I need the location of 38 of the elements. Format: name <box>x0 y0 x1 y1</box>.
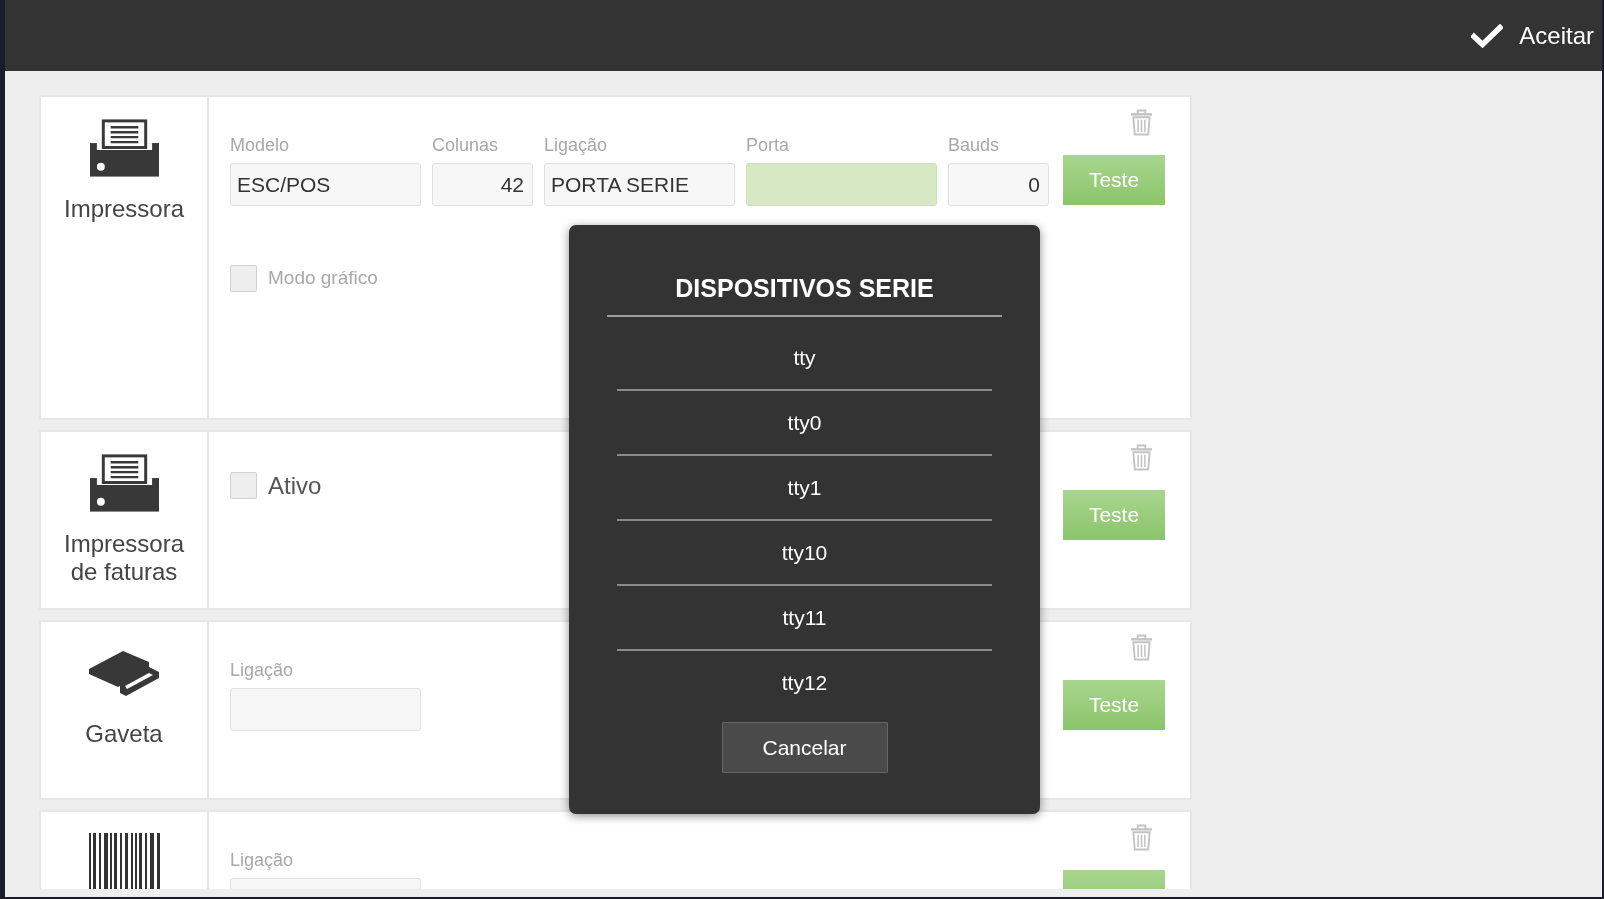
trash-icon[interactable] <box>1130 633 1153 661</box>
device-option[interactable]: tty1 <box>617 456 992 521</box>
input-field[interactable] <box>230 687 421 731</box>
input-field[interactable]: 42 <box>432 163 533 206</box>
device-option[interactable]: tty12 <box>617 651 992 714</box>
trash-icon[interactable] <box>1130 823 1153 851</box>
printer-icon <box>89 453 159 512</box>
barcode-icon <box>88 832 160 889</box>
field-label: Ligação <box>230 848 295 872</box>
input-field[interactable]: 0 <box>948 163 1049 206</box>
input-field[interactable]: PORTA SERIE <box>544 163 735 206</box>
trash-icon[interactable] <box>1130 109 1153 136</box>
device-option[interactable]: tty10 <box>617 521 992 586</box>
device-name: Impressora <box>63 195 184 223</box>
field-label: Ligação <box>230 658 295 682</box>
field-label: Bauds <box>948 134 1001 157</box>
accept-button[interactable]: Aceitar <box>1471 16 1594 55</box>
checkbox[interactable] <box>230 472 257 499</box>
toggle-label: Ativo <box>268 470 322 501</box>
device-name: Gaveta <box>85 719 163 748</box>
check-icon <box>1471 23 1504 48</box>
option-label: Modo gráfico <box>268 266 378 290</box>
device-option[interactable]: tty0 <box>617 391 992 456</box>
input-field[interactable]: ESC/POS <box>230 163 421 206</box>
field-label: Porta <box>746 134 791 157</box>
checkbox[interactable] <box>230 264 257 292</box>
printer-icon <box>89 119 159 177</box>
input-field[interactable] <box>746 163 937 206</box>
field-label: Colunas <box>432 134 500 157</box>
cancel-button[interactable]: Cancelar <box>721 722 888 773</box>
field-label: Modelo <box>230 134 291 157</box>
drawer-icon <box>89 649 159 696</box>
field-label: Ligação <box>544 134 609 157</box>
trash-icon[interactable] <box>1130 443 1153 471</box>
device-name: Impressora de faturas <box>62 529 185 586</box>
dialog-title: DISPOSITIVOS SERIE <box>607 273 1002 317</box>
device-option[interactable]: tty11 <box>617 586 992 651</box>
device-option[interactable]: tty <box>617 326 992 391</box>
